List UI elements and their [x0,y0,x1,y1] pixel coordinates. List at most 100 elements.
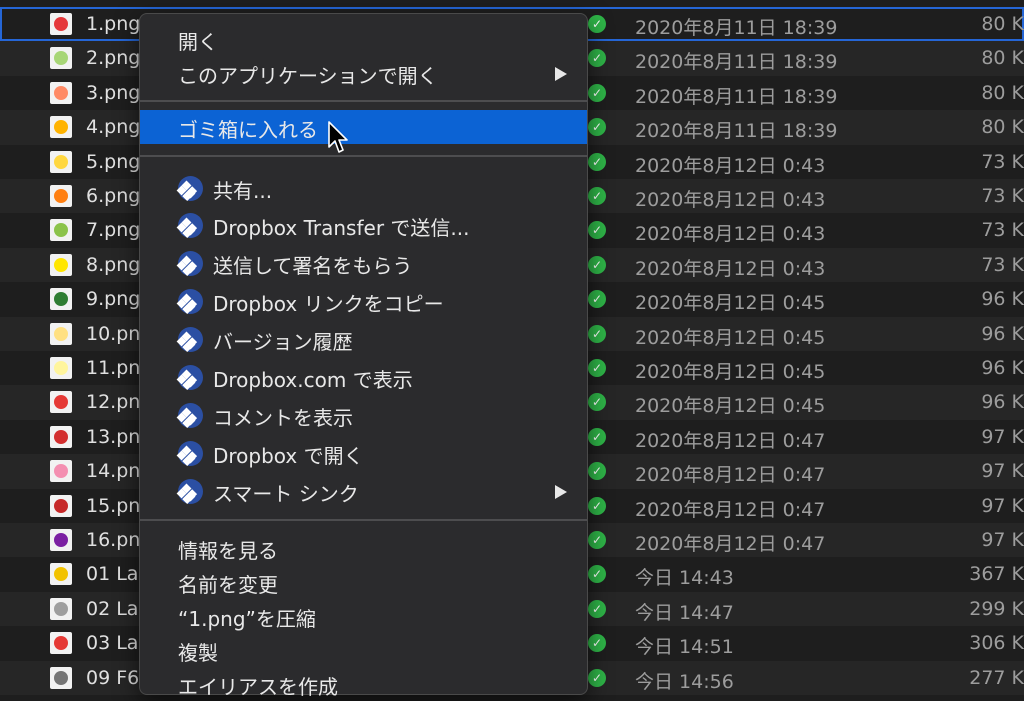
file-thumbnail-icon [50,116,72,139]
dropbox-icon [178,365,203,390]
file-name: 3.png [86,81,141,104]
file-thumbnail-icon [50,185,72,207]
menu-item-open-in-dropbox[interactable]: Dropbox で開く [140,436,587,470]
menu-item-rename[interactable]: 名前を変更 [140,565,587,599]
menu-item-view-comments[interactable]: コメントを表示 [140,398,587,432]
menu-item-version-history[interactable]: バージョン履歴 [140,322,587,356]
file-date: 今日 14:56 [635,670,734,693]
file-thumbnail-icon [50,253,72,276]
menu-item-share[interactable]: 共有... [140,171,587,205]
file-name: 1.png [86,13,141,35]
file-size: 306 K [969,632,1024,655]
file-date: 今日 14:43 [635,567,734,590]
menu-item-open-with[interactable]: このアプリケーションで開く [140,56,587,90]
file-date: 2020年8月12日 0:43 [635,223,826,246]
file-thumbnail-icon [50,632,72,655]
sync-status-icon: ✓ [588,290,606,309]
menu-item-make-alias[interactable]: エイリアスを作成 [140,667,587,701]
menu-item-dropbox-transfer[interactable]: Dropbox Transfer で送信... [140,208,587,242]
menu-item-view-on-dropbox[interactable]: Dropbox.com で表示 [140,360,587,394]
sync-status-icon: ✓ [588,565,606,584]
file-date: 2020年8月11日 18:39 [635,85,838,108]
file-name: 7.png [86,219,141,242]
menu-item-open-in-dropbox-label: Dropbox で開く [213,444,364,468]
file-thumbnail-icon [50,460,72,483]
file-thumbnail-icon [50,391,72,414]
file-thumbnail-icon [50,357,72,379]
file-size: 96 K [981,391,1024,414]
file-date: 2020年8月12日 0:43 [635,189,826,211]
file-size: 96 K [981,288,1024,311]
file-date: 2020年8月11日 18:39 [635,120,838,143]
sync-status-icon: ✓ [588,221,606,240]
file-name: 03 La [86,632,139,655]
file-date: 2020年8月12日 0:47 [635,533,826,555]
file-name: 09 F6 [86,666,140,689]
file-name: 2.png [86,47,141,70]
menu-item-copy-dropbox-link-label: Dropbox リンクをコピー [213,292,444,316]
menu-item-get-info-label: 情報を見る [178,539,278,563]
mouse-pointer-icon [328,121,348,153]
dropbox-icon [178,479,203,504]
menu-item-smart-sync-label: スマート シンク [213,482,359,506]
sync-status-icon: ✓ [588,187,606,205]
file-size: 73 K [981,253,1024,276]
file-thumbnail-icon [50,529,72,551]
menu-item-duplicate[interactable]: 複製 [140,633,587,667]
file-date: 2020年8月12日 0:43 [635,154,826,177]
file-date: 2020年8月11日 18:39 [635,17,838,39]
file-thumbnail-icon [50,563,72,586]
menu-item-move-to-trash[interactable]: ゴミ箱に入れる [140,110,587,144]
file-size: 97 K [981,494,1024,517]
context-menu: 開く このアプリケーションで開く ゴミ箱に入れる 共有... Dropbox T… [139,13,588,699]
file-size: 97 K [981,425,1024,448]
menu-item-compress-label: “1.png”を圧縮 [178,607,316,631]
dropbox-icon [178,403,203,428]
file-thumbnail-icon [50,597,72,620]
menu-item-send-for-signature[interactable]: 送信して署名をもらう [140,246,587,280]
sync-status-icon: ✓ [588,393,606,412]
sync-status-icon: ✓ [588,118,606,137]
file-size: 80 K [981,81,1024,104]
menu-item-smart-sync[interactable]: スマート シンク [140,474,587,508]
dropbox-icon [178,441,203,466]
file-name: 4.png [86,116,141,139]
file-thumbnail-icon [50,288,72,311]
sync-status-icon: ✓ [588,496,606,515]
menu-item-get-info[interactable]: 情報を見る [140,531,587,565]
file-size: 96 K [981,357,1024,379]
sync-status-icon: ✓ [588,599,606,618]
menu-item-open[interactable]: 開く [140,22,587,56]
dropbox-icon [178,213,203,238]
file-size: 73 K [981,150,1024,173]
dropbox-icon [178,176,203,201]
sync-status-icon: ✓ [588,668,606,687]
sync-status-icon: ✓ [588,634,606,653]
file-size: 277 K [969,666,1024,689]
sync-status-icon: ✓ [588,462,606,481]
menu-item-compress[interactable]: “1.png”を圧縮 [140,599,587,633]
file-date: 2020年8月12日 0:47 [635,429,826,452]
menu-separator [140,519,587,521]
file-thumbnail-icon [50,425,72,448]
file-name: 6.png [86,185,141,207]
file-size: 97 K [981,529,1024,551]
sync-status-icon: ✓ [588,15,606,33]
menu-separator [140,155,587,157]
file-name: 01 La [86,563,139,586]
file-date: 2020年8月12日 0:47 [635,464,826,487]
file-size: 80 K [981,47,1024,70]
menu-item-move-to-trash-label: ゴミ箱に入れる [178,118,318,142]
sync-status-icon: ✓ [588,324,606,343]
file-thumbnail-icon [50,81,72,104]
file-date: 今日 14:51 [635,636,734,659]
file-name: 5.png [86,150,141,173]
menu-item-copy-dropbox-link[interactable]: Dropbox リンクをコピー [140,284,587,318]
file-date: 今日 14:47 [635,601,734,624]
menu-item-share-label: 共有... [213,179,273,203]
file-date: 2020年8月12日 0:45 [635,292,826,315]
file-size: 367 K [969,563,1024,586]
file-thumbnail-icon [50,666,72,689]
sync-status-icon: ✓ [588,152,606,171]
file-name: 8.png [86,253,141,276]
